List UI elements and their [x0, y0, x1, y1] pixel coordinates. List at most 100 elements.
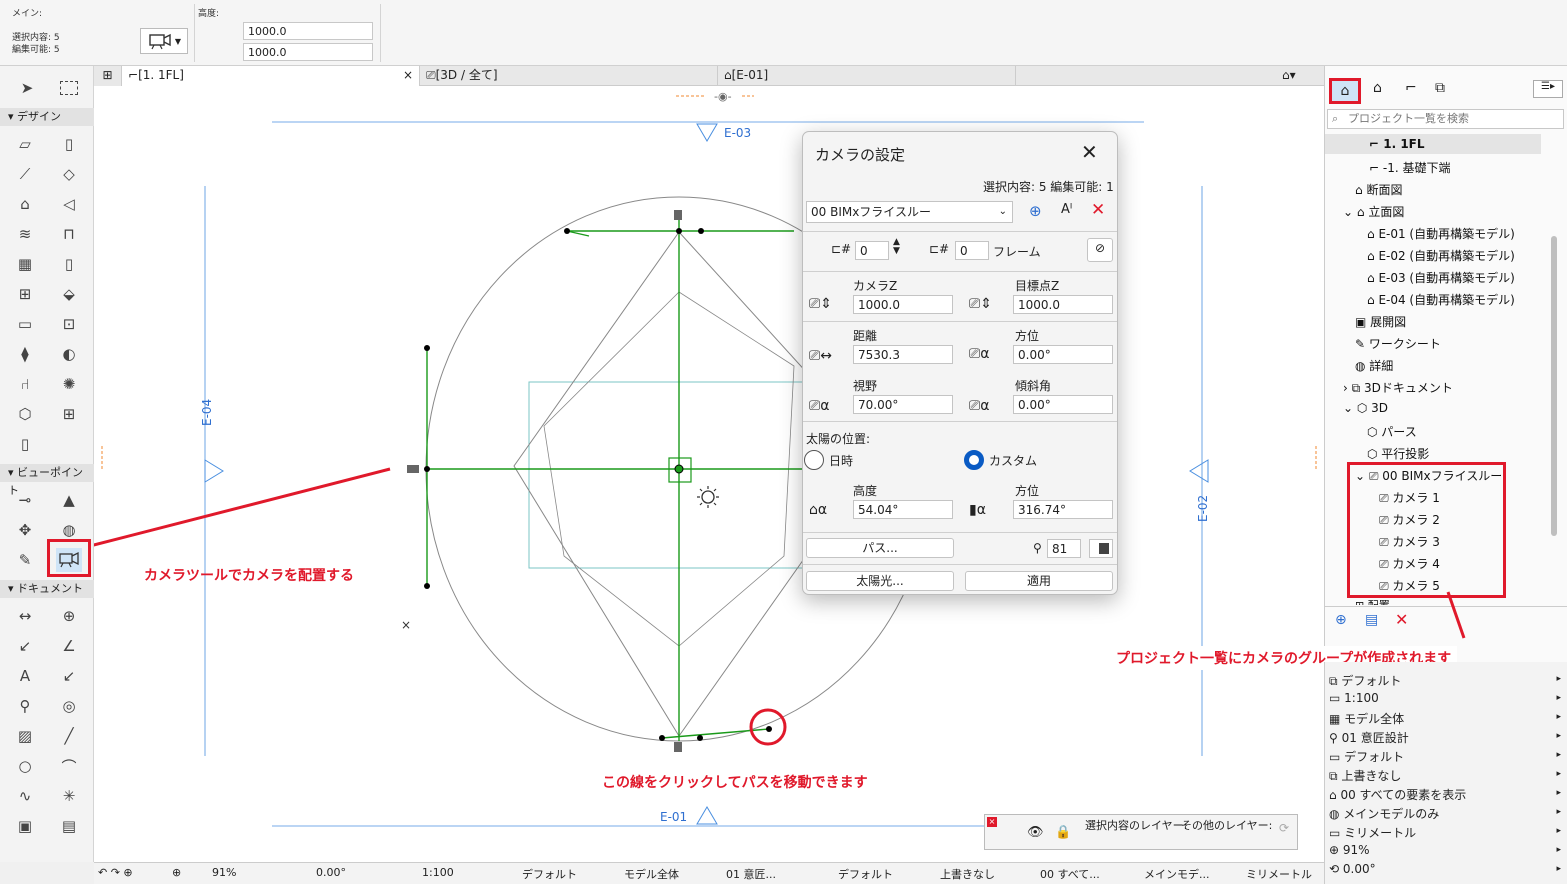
- lock-icon[interactable]: 🔒: [1055, 825, 1071, 840]
- view-map-icon[interactable]: ⌂: [1373, 80, 1382, 96]
- elevation-tool-icon[interactable]: ▲: [56, 488, 82, 512]
- fov-field[interactable]: 70.00°: [853, 395, 953, 414]
- distance-field[interactable]: 7530.3: [853, 345, 953, 364]
- window-tool-icon[interactable]: ⊞: [12, 282, 38, 306]
- nav-item-perspective[interactable]: ⬡ パース: [1367, 423, 1417, 440]
- nav-item-e03[interactable]: ⌂ E-03 (自動再構築モデル): [1367, 269, 1515, 286]
- zone-tool-icon[interactable]: ⊡: [56, 312, 82, 336]
- roof-tool-icon[interactable]: ⌂: [12, 192, 38, 216]
- units-value[interactable]: ミリメートル: [1246, 866, 1312, 882]
- elevation-marker-e01[interactable]: E-01: [660, 810, 687, 824]
- delete-icon[interactable]: ✕: [1091, 200, 1105, 220]
- azimuth-field[interactable]: 0.00°: [1013, 345, 1113, 364]
- stair-tool-icon[interactable]: ≋: [12, 222, 38, 246]
- graphic-override-value[interactable]: デフォルト: [838, 866, 893, 882]
- level-dimension-tool-icon[interactable]: ⊕: [56, 604, 82, 628]
- elevation-marker-e02[interactable]: E-02: [1196, 495, 1210, 522]
- interior-elevation-tool-icon[interactable]: ✥: [12, 518, 38, 542]
- stepper-icon[interactable]: ▲ ▼: [893, 238, 900, 256]
- nav-item-placement[interactable]: ⊞ 配置: [1355, 597, 1390, 605]
- camera-z-field[interactable]: 1000.0: [853, 295, 953, 314]
- opening-tool-icon[interactable]: ▯: [12, 432, 38, 456]
- arrow-tool-icon[interactable]: ➤: [14, 76, 40, 100]
- nav-item-foundation[interactable]: ⌐ -1. 基礎下端: [1369, 159, 1450, 176]
- chevron-right-icon[interactable]: ▸: [1556, 731, 1561, 741]
- morph-tool-icon[interactable]: ◐: [56, 342, 82, 366]
- datetime-radio[interactable]: [804, 450, 824, 470]
- pen-color-swatch[interactable]: [1089, 539, 1113, 558]
- elevation-marker-e03[interactable]: E-03: [724, 126, 751, 140]
- tab-floor-plan[interactable]: ⌐[1. 1FL] ×: [122, 66, 420, 86]
- refresh-icon[interactable]: ⟳: [1279, 821, 1289, 835]
- quick-layer-combo[interactable]: ⧉ デフォルト: [1329, 672, 1401, 689]
- polyline-tool-icon[interactable]: ⌒: [56, 754, 82, 778]
- eye-icon[interactable]: 👁: [1027, 825, 1044, 840]
- skylight-tool-icon[interactable]: ⬙: [56, 282, 82, 306]
- target-height-field[interactable]: 1000.0: [243, 43, 373, 61]
- beam-tool-icon[interactable]: ⟋: [12, 162, 38, 186]
- tab-elevation[interactable]: ⌂[E-01]: [718, 66, 1016, 86]
- undo-icon[interactable]: ↶ ↷ ⊕: [98, 866, 133, 879]
- object-tool-icon[interactable]: ▭: [12, 312, 38, 336]
- frame-count-field[interactable]: 0: [955, 241, 989, 260]
- nav-item-interior-elevations[interactable]: ▣ 展開図: [1355, 313, 1406, 330]
- nav-item-sections[interactable]: ⌂ 断面図: [1355, 181, 1402, 198]
- dimension-tool-icon[interactable]: ↔: [12, 604, 38, 628]
- sun-altitude-field[interactable]: 54.04°: [853, 500, 953, 519]
- structure-value[interactable]: メインモデ...: [1144, 866, 1210, 882]
- circle-tool-icon[interactable]: ○: [12, 754, 38, 778]
- camera-height-field[interactable]: 1000.0: [243, 22, 373, 40]
- apply-button[interactable]: 適用: [965, 571, 1113, 591]
- chevron-right-icon[interactable]: ▸: [1556, 826, 1561, 836]
- design-section[interactable]: ▾ デザイン: [0, 108, 94, 126]
- column-tool-icon[interactable]: ▯: [56, 132, 82, 156]
- close-icon[interactable]: ✕: [1081, 140, 1098, 164]
- quick-override[interactable]: ⧉ 上書きなし: [1329, 767, 1401, 784]
- fill-tool-icon[interactable]: ▨: [12, 724, 38, 748]
- curtain-wall-tool-icon[interactable]: ▦: [12, 252, 38, 276]
- navigator-search-input[interactable]: ⌕ プロジェクト一覧を検索: [1327, 109, 1564, 129]
- hotspot-tool-icon[interactable]: ✳: [56, 784, 82, 808]
- tilt-field[interactable]: 0.00°: [1013, 395, 1113, 414]
- detail-tool-icon[interactable]: ✎: [12, 548, 38, 572]
- quick-structure[interactable]: ◍ メインモデルのみ: [1329, 805, 1439, 822]
- quick-model-view[interactable]: ▦ モデル全体: [1329, 710, 1404, 727]
- quick-renovation[interactable]: ⌂ 00 すべての要素を表示: [1329, 786, 1466, 803]
- chevron-right-icon[interactable]: ▸: [1556, 712, 1561, 722]
- nav-item-worksheets[interactable]: ✎ ワークシート: [1355, 335, 1441, 352]
- wall-tool-icon[interactable]: ▱: [12, 132, 38, 156]
- railing-tool-icon[interactable]: ⊓: [56, 222, 82, 246]
- preview-icon[interactable]: ⊘: [1087, 238, 1113, 262]
- elevation-marker-e04[interactable]: E-04: [200, 399, 214, 426]
- tab-3d[interactable]: ⎚[3D / 全て]: [420, 66, 718, 86]
- add-camera-icon[interactable]: ⊕: [1029, 202, 1042, 220]
- marker-tool-icon[interactable]: ⚲: [12, 694, 38, 718]
- renovation-value[interactable]: 00 すべて...: [1040, 866, 1100, 882]
- sun-azimuth-field[interactable]: 316.74°: [1013, 500, 1113, 519]
- chevron-right-icon[interactable]: ▸: [1556, 845, 1561, 855]
- spline-tool-icon[interactable]: ∿: [12, 784, 38, 808]
- door-tool-icon[interactable]: ▯: [56, 252, 82, 276]
- section-tool-icon[interactable]: ⊸: [12, 488, 38, 512]
- camera-index-field[interactable]: 0: [855, 241, 889, 260]
- publisher-icon[interactable]: ⧉: [1435, 80, 1445, 96]
- pen-number-field[interactable]: 81: [1047, 539, 1081, 558]
- target-z-field[interactable]: 1000.0: [1013, 295, 1113, 314]
- quick-scale[interactable]: ▭ 1:100: [1329, 691, 1379, 705]
- navigator-scrollbar[interactable]: [1551, 236, 1557, 536]
- angle-dimension-tool-icon[interactable]: ∠: [56, 634, 82, 658]
- pen-set-value[interactable]: 01 意匠...: [726, 866, 776, 882]
- sunlight-button[interactable]: 太陽光...: [806, 571, 954, 591]
- radial-dimension-tool-icon[interactable]: ↙: [12, 634, 38, 658]
- rename-icon[interactable]: Aᴵ: [1061, 202, 1072, 217]
- quick-units[interactable]: ▭ ミリメートル: [1329, 824, 1416, 841]
- chevron-right-icon[interactable]: ▸: [1556, 807, 1561, 817]
- quick-angle[interactable]: ⟲ 0.00°: [1329, 862, 1376, 876]
- viewpoint-section[interactable]: ▾ ビューポイント: [0, 464, 94, 497]
- chevron-right-icon[interactable]: ▸: [1556, 864, 1561, 874]
- document-section[interactable]: ▾ ドキュメント: [0, 580, 94, 598]
- custom-radio[interactable]: [964, 450, 984, 470]
- nav-item-e02[interactable]: ⌂ E-02 (自動再構築モデル): [1367, 247, 1515, 264]
- shell-tool-icon[interactable]: ◁: [56, 192, 82, 216]
- close-icon[interactable]: ×: [403, 66, 413, 85]
